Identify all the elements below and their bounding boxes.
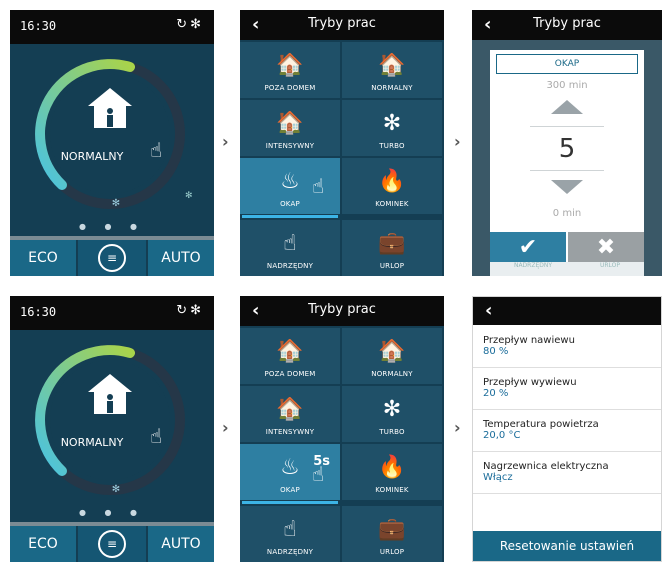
chevron-right-icon: › (222, 132, 229, 151)
group-in-house-icon: 🏠 (276, 111, 304, 136)
fan-icon: ✻ (190, 303, 204, 318)
fan-small-icon: ✻ (185, 191, 193, 201)
mode-tile[interactable]: ☝ NADRZĘDNY (240, 220, 340, 276)
bottom-bar: ECO ≡ AUTO (10, 236, 214, 276)
page-dots: ● ● ● (78, 508, 146, 517)
setting-exhaust-flow[interactable]: Przepływ wywiewu 20 % (483, 377, 653, 399)
setting-supply-flow[interactable]: Przepływ nawiewu 80 % (483, 335, 653, 357)
status-icons: ↻✻ (176, 17, 204, 32)
settings-screen: ‹ Przepływ nawiewu 80 % Przepływ wywiewu… (472, 296, 662, 562)
status-icons: ↻✻ (176, 303, 204, 318)
header: ‹ Tryby prac (240, 10, 444, 40)
mode-tile[interactable]: 🏠 NORMALNY (342, 42, 442, 98)
refresh-icon: ↻ (176, 17, 191, 32)
confirm-button[interactable]: ✔ (490, 232, 566, 262)
modes-screen-2: ‹ Tryby prac 🏠 POZA DOMEM 🏠 NORMALNY 🏠 INTE… (240, 296, 444, 562)
fan-bottom-icon: ✻ (112, 198, 120, 209)
mode-tile-selected[interactable]: 5s ♨ OKAP (240, 444, 340, 504)
hand-touch-icon: ☝ (283, 231, 297, 256)
home-screen-1: 16:30 ↻✻ ✻ ✻ NORMALNY ☝ ● ● ● ECO ≡ AUTO (10, 10, 214, 276)
duration-popup: OKAP 300 min 5 0 min ✔ ✖ NADRZĘDNY URLOP (490, 50, 644, 276)
person-leaving-house-icon: 🏠 (276, 339, 304, 364)
decrement-arrow-icon[interactable] (551, 180, 583, 194)
back-button[interactable]: ‹ (485, 300, 492, 321)
mode-dial[interactable]: ✻ ✻ (10, 50, 214, 210)
header: ‹ (473, 297, 661, 325)
close-icon: ✖ (596, 234, 616, 260)
mode-tile[interactable]: 🏠 NORMALNY (342, 328, 442, 384)
mode-tile-selected[interactable]: ♨ OKAP (240, 158, 340, 218)
turbo-fan-icon: ✻ (382, 111, 402, 136)
header: ‹ Tryby prac (472, 10, 662, 40)
mode-tile[interactable]: ☝ NADRZĘDNY (240, 506, 340, 562)
touch-hand-icon: ☝ (312, 462, 325, 486)
touch-hand-icon: ☝ (150, 424, 163, 448)
menu-button[interactable]: ≡ (78, 526, 146, 562)
fireplace-icon: 🔥 (378, 455, 406, 480)
fan-icon: ✻ (190, 17, 204, 32)
person-in-house-icon: 🏠 (378, 339, 406, 364)
chevron-right-icon: › (454, 418, 461, 437)
mode-tile[interactable]: 🏠 INTENSYWNY (240, 386, 340, 442)
mode-tile[interactable]: ✻ TURBO (342, 100, 442, 156)
status-bar: 16:30 ↻✻ (10, 296, 214, 330)
mode-tile[interactable]: 🔥 KOMINEK (342, 444, 442, 500)
suitcase-icon: 💼 (378, 517, 406, 542)
fireplace-icon: 🔥 (378, 169, 406, 194)
max-label: 300 min (546, 80, 588, 91)
eco-button[interactable]: ECO (10, 240, 76, 276)
mode-tile[interactable]: 🏠 INTENSYWNY (240, 100, 340, 156)
modes-screen-1: ‹ Tryby prac 🏠 POZA DOMEM 🏠 NORMALNY 🏠 INTE… (240, 10, 444, 276)
suitcase-icon: 💼 (378, 231, 406, 256)
cancel-button[interactable]: ✖ (568, 232, 644, 262)
min-label: 0 min (552, 208, 582, 219)
mode-dial[interactable]: ✻ (10, 336, 214, 496)
page-dots: ● ● ● (78, 222, 146, 231)
header: ‹ Tryby prac (240, 296, 444, 326)
touch-hand-icon: ☝ (150, 138, 163, 162)
cooking-pot-icon: ♨ (280, 455, 300, 480)
mode-tile[interactable]: 🔥 KOMINEK (342, 158, 442, 214)
menu-icon: ≡ (98, 530, 126, 558)
refresh-icon: ↻ (176, 303, 191, 318)
page-title: Tryby prac (308, 16, 376, 31)
status-bar: 16:30 ↻✻ (10, 10, 214, 44)
person-in-house-icon: 🏠 (378, 53, 406, 78)
menu-icon: ≡ (98, 244, 126, 272)
popup-title: OKAP (496, 54, 638, 74)
mode-tile[interactable]: ✻ TURBO (342, 386, 442, 442)
mode-tile[interactable]: 🏠 POZA DOMEM (240, 42, 340, 98)
clock: 16:30 (20, 19, 57, 33)
auto-button[interactable]: AUTO (148, 526, 214, 562)
mode-tile[interactable]: 💼 URLOP (342, 220, 442, 276)
chevron-right-icon: › (454, 132, 461, 151)
chevron-right-icon: › (222, 418, 229, 437)
group-in-house-icon: 🏠 (276, 397, 304, 422)
person-leaving-house-icon: 🏠 (276, 53, 304, 78)
page-title: Tryby prac (308, 302, 376, 317)
mode-tile[interactable]: 🏠 POZA DOMEM (240, 328, 340, 384)
auto-button[interactable]: AUTO (148, 240, 214, 276)
touch-hand-icon: ☝ (312, 174, 325, 198)
menu-button[interactable]: ≡ (78, 240, 146, 276)
setting-air-temperature[interactable]: Temperatura powietrza 20,0 °C (483, 419, 653, 441)
bottom-bar: ECO ≡ AUTO (10, 522, 214, 562)
duration-value: 5 (558, 134, 576, 164)
okap-popup-screen: ‹ Tryby prac OKAP 300 min 5 0 min ✔ ✖ NA… (472, 10, 662, 276)
check-icon: ✔ (518, 234, 538, 260)
fan-bottom-icon: ✻ (112, 484, 120, 495)
clock: 16:30 (20, 305, 57, 319)
turbo-fan-icon: ✻ (382, 397, 402, 422)
setting-electric-heater[interactable]: Nagrzewnica elektryczna Włącz (483, 461, 653, 483)
cooking-pot-icon: ♨ (280, 169, 300, 194)
eco-button[interactable]: ECO (10, 526, 76, 562)
mode-tile[interactable]: 💼 URLOP (342, 506, 442, 562)
home-screen-2: 16:30 ↻✻ ✻ NORMALNY ☝ ● ● ● ECO ≡ AUTO (10, 296, 214, 562)
reset-settings-button[interactable]: Resetowanie ustawień (473, 531, 661, 561)
hand-touch-icon: ☝ (283, 517, 297, 542)
increment-arrow-icon[interactable] (551, 100, 583, 114)
page-title: Tryby prac (533, 16, 601, 31)
